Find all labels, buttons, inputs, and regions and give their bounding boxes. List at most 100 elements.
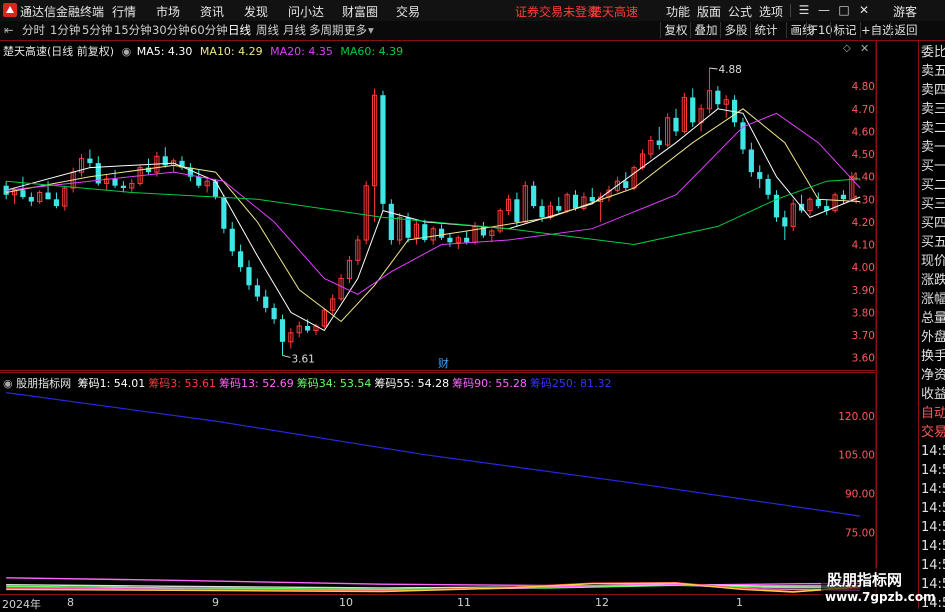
period-15min[interactable]: 15分钟 (114, 23, 152, 38)
side-panel-item[interactable]: 14:56 (921, 501, 945, 517)
candle-body-down (748, 149, 754, 173)
period-daily[interactable]: 日线 (228, 23, 251, 38)
side-panel-item[interactable]: 14:56 (921, 539, 945, 555)
indicator-svg: 120.00 105.00 90.00 75.00 (0, 372, 877, 594)
side-panel-item[interactable]: 买二 (921, 178, 945, 194)
add-watchlist-button[interactable]: +自选 (860, 22, 894, 38)
trade-login-link[interactable]: 证券交易未登录 (515, 3, 599, 20)
candle-body-down (246, 267, 252, 286)
menu-discover[interactable]: 发现 (244, 3, 268, 20)
side-panel-item[interactable]: 换手 (921, 349, 945, 365)
side-panel-item[interactable]: 14:56 (921, 444, 945, 460)
side-panel-item[interactable]: 卖三 (921, 102, 945, 118)
app-title: 通达信金融终端 (20, 5, 105, 19)
high-label: 4.88 (718, 64, 741, 76)
candle-body-down (840, 194, 847, 200)
period-5min[interactable]: 5分钟 (82, 23, 112, 38)
candle-body-down (380, 95, 386, 204)
side-panel-item[interactable]: 买一 (921, 159, 945, 175)
price-tick-label: 4.30 (852, 194, 875, 206)
menu-function[interactable]: 功能 (666, 3, 690, 20)
kline-chart-panel[interactable]: 楚天高速(日线 前复权) ◉ MA5: 4.30 MA10: 4.29 MA20… (0, 41, 877, 371)
side-panel-item[interactable]: 14:56 (921, 520, 945, 536)
chip250-line (6, 392, 861, 517)
menu-layout[interactable]: 版面 (697, 3, 721, 20)
side-panel-item[interactable]: 净资 (921, 368, 945, 384)
statistics-button[interactable]: 统计 (750, 22, 781, 38)
period-more[interactable]: 更多 (344, 23, 367, 38)
menu-icon[interactable]: ☰ (796, 2, 812, 18)
side-panel-item[interactable]: 卖五 (921, 64, 945, 80)
period-60min[interactable]: 60分钟 (190, 23, 228, 38)
menu-wealth[interactable]: 财富圈 (342, 3, 378, 20)
site-watermark: 股朋指标网 www.7gpzb.com (821, 568, 936, 609)
side-panel-item[interactable]: 买五 (921, 235, 945, 251)
menu-trade[interactable]: 交易 (396, 3, 420, 20)
candle-body-down (87, 158, 93, 164)
price-tick-label: 4.00 (852, 262, 875, 274)
candle-body-down (238, 251, 244, 268)
side-panel-item[interactable]: 收益 (921, 387, 945, 403)
side-panel-item[interactable]: 买四 (921, 216, 945, 232)
side-panel-item[interactable]: 交易 (921, 425, 945, 441)
watermark-url: www.7gpzb.com (825, 590, 936, 604)
side-panel-item[interactable]: 14:56 (921, 463, 945, 479)
side-panel-item[interactable]: 委比 (921, 45, 945, 61)
candle-body-down (45, 192, 51, 200)
side-panel-item[interactable]: 总量 (921, 311, 945, 327)
candle-body-down (20, 190, 26, 198)
period-1min[interactable]: 1分钟 (50, 23, 80, 38)
candle-body-down (782, 217, 788, 227)
period-weekly[interactable]: 周线 (256, 23, 279, 38)
side-panel-item[interactable]: 外盘 (921, 330, 945, 346)
toolbar-toggle-icon[interactable]: ⇤ (4, 23, 14, 38)
candle-body-down (254, 285, 260, 297)
menu-quotes[interactable]: 行情 (112, 3, 136, 20)
side-panel-item[interactable]: 现价 (921, 254, 945, 270)
high-marker-line (709, 67, 718, 70)
candle-body-down (28, 197, 34, 202)
candle-body-down (447, 237, 453, 243)
guest-user[interactable]: 游客 (893, 3, 917, 20)
indicator-panel[interactable]: ◉ 股朋指标网 筹码1: 54.01 筹码3: 53.61 筹码13: 52.69 筹… (0, 372, 877, 594)
menu-options[interactable]: 选项 (759, 3, 783, 20)
side-panel-item[interactable]: 卖四 (921, 83, 945, 99)
close-icon[interactable]: ✕ (856, 2, 872, 18)
side-panel-item[interactable]: 14:56 (921, 558, 945, 574)
chevron-down-icon[interactable]: ▾ (368, 23, 374, 38)
side-panel-item[interactable]: 涨跌 (921, 273, 945, 289)
period-30min[interactable]: 30分钟 (152, 23, 190, 38)
mark-button[interactable]: 标记 (830, 22, 859, 38)
candle-body-down (623, 181, 629, 188)
back-button[interactable]: 返回 (890, 22, 921, 38)
xaxis-label: 8 (67, 596, 74, 609)
side-panel-item[interactable]: 卖一 (921, 140, 945, 156)
xaxis-label: 9 (212, 596, 219, 609)
price-tick-label: 4.10 (852, 240, 875, 252)
side-panel-item[interactable]: 涨幅 (921, 292, 945, 308)
maximize-icon[interactable]: □ (836, 2, 852, 18)
menu-news[interactable]: 资讯 (200, 3, 224, 20)
side-panel-item[interactable]: 14:56 (921, 482, 945, 498)
indicator-tick-label: 120.00 (838, 411, 875, 423)
menu-formula[interactable]: 公式 (728, 3, 752, 20)
overlay-button[interactable]: 叠加 (690, 22, 721, 38)
quote-side-panel: 委比卖五卖四卖三卖二卖一买一买二买三买四买五现价涨跌涨幅总量外盘换手净资收益自动… (918, 41, 945, 611)
menu-market[interactable]: 市场 (156, 3, 180, 20)
adjust-button[interactable]: 复权 (660, 22, 691, 38)
period-multi[interactable]: 多周期 (309, 23, 344, 38)
price-tick-label: 4.80 (852, 81, 875, 93)
menu-ask[interactable]: 问小达 (288, 3, 324, 20)
side-panel-item[interactable]: 卖二 (921, 121, 945, 137)
candle-body-down (589, 197, 595, 202)
multi-stock-button[interactable]: 多股 (720, 22, 751, 38)
period-monthly[interactable]: 月线 (283, 23, 306, 38)
candle-body-down (53, 199, 60, 207)
stock-name-link[interactable]: 楚天高速 (590, 3, 638, 20)
side-panel-item[interactable]: 买三 (921, 197, 945, 213)
period-intraday[interactable]: 分时 (22, 23, 45, 38)
candle-body-down (765, 178, 771, 195)
low-label: 3.61 (291, 353, 314, 365)
side-panel-item[interactable]: 自动 (921, 406, 945, 422)
minimize-icon[interactable]: — (816, 2, 832, 18)
